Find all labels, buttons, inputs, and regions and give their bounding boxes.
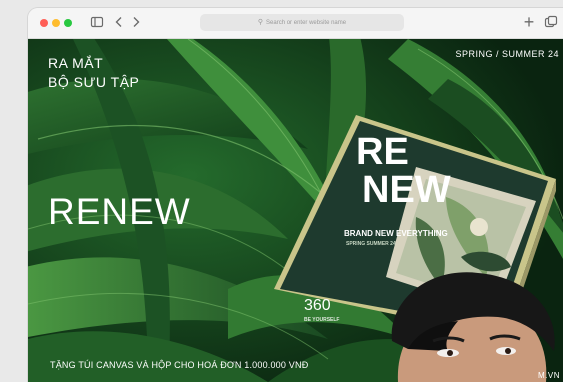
browser-toolbar: ⚲ Search or enter website name + [28, 8, 563, 39]
address-bar-placeholder: Search or enter website name [266, 20, 347, 26]
collection-title: RENEW [48, 191, 191, 232]
box-title-line-2: NEW [362, 169, 451, 211]
new-tab-icon[interactable]: + [522, 13, 536, 31]
season-label: SPRING / SUMMER 24 [455, 49, 559, 59]
browser-window: ⚲ Search or enter website name + RA MẮT … [28, 8, 563, 382]
forward-icon[interactable] [129, 15, 143, 29]
brand-logo: 360 [304, 297, 331, 314]
sidebar-icon[interactable] [90, 15, 104, 29]
hero-banner[interactable]: RA MẮT BỘ SƯU TẬP SPRING / SUMMER 24 REN… [28, 39, 563, 382]
box-tagline: BRAND NEW EVERYTHING [344, 229, 448, 238]
close-window-button[interactable] [40, 19, 48, 27]
box-subtag: SPRING SUMMER 24 [346, 241, 396, 247]
box-title-line-1: RE [356, 131, 409, 173]
address-bar[interactable]: ⚲ Search or enter website name [200, 14, 404, 31]
headline-line-1: RA MẮT [48, 55, 104, 71]
minimize-window-button[interactable] [52, 19, 60, 27]
search-icon: ⚲ [257, 19, 264, 26]
zoom-window-button[interactable] [64, 19, 72, 27]
back-icon[interactable] [112, 15, 126, 29]
headline-line-2: BỘ SƯU TẬP [48, 74, 140, 90]
brand-slogan: BE YOURSELF [304, 317, 340, 323]
site-domain: M.VN [538, 371, 560, 380]
promo-text: TẶNG TÚI CANVAS VÀ HỘP CHO HOÁ ĐƠN 1.000… [50, 360, 309, 370]
tabs-overview-icon[interactable] [544, 15, 558, 29]
model-photo [391, 272, 555, 382]
